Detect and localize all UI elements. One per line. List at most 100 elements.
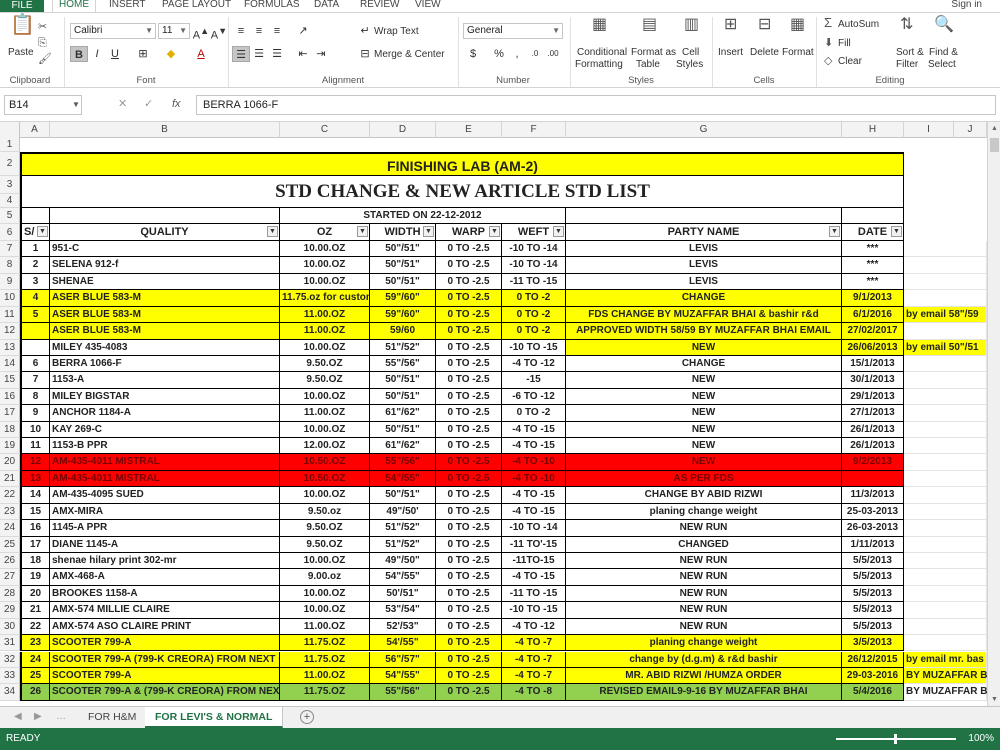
width-cell[interactable]: 50"/51" — [370, 257, 436, 274]
note-cell[interactable] — [904, 569, 987, 586]
oz-cell[interactable]: 10.00.OZ — [280, 552, 370, 570]
weft-cell[interactable]: 0 TO -2 — [502, 290, 566, 307]
weft-cell[interactable]: -10 TO -15 — [502, 602, 566, 619]
party-name-cell[interactable]: NEW — [566, 405, 842, 422]
filter-dropdown-icon[interactable]: ▼ — [489, 226, 500, 237]
oz-cell[interactable]: 10.00.OZ — [280, 487, 370, 504]
warp-cell[interactable]: 0 TO -2.5 — [436, 552, 502, 570]
delete-cells-button[interactable]: Delete — [750, 47, 779, 58]
warp-cell[interactable]: 0 TO -2.5 — [436, 651, 502, 668]
filter-dropdown-icon[interactable]: ▼ — [829, 226, 840, 237]
date-cell[interactable]: 1/11/2013 — [842, 536, 904, 553]
warp-cell[interactable]: 0 TO -2.5 — [436, 306, 502, 324]
scroll-thumb[interactable] — [990, 138, 999, 152]
increase-decimal-icon[interactable]: .0 — [526, 46, 544, 62]
warp-cell[interactable]: 0 TO -2.5 — [436, 241, 502, 258]
party-name-cell[interactable]: CHANGE — [566, 290, 842, 307]
row-header[interactable]: 11 — [0, 306, 20, 324]
party-name-cell[interactable]: NEW — [566, 421, 842, 439]
date-cell[interactable]: 26/12/2015 — [842, 651, 904, 668]
number-format-select[interactable]: General ▼ — [463, 23, 563, 39]
warp-cell[interactable]: 0 TO -2.5 — [436, 520, 502, 537]
width-cell[interactable]: 50'/51" — [370, 585, 436, 603]
width-cell[interactable]: 50"/51" — [370, 388, 436, 406]
quality-header[interactable]: QUALITY ▼ — [50, 224, 280, 241]
align-center-icon[interactable]: ☰ — [250, 46, 268, 62]
quality-cell[interactable]: SCOOTER 799-A & (799-K CREORA) FROM NEXT — [50, 684, 280, 701]
weft-cell[interactable]: -4 TO -7 — [502, 667, 566, 685]
oz-cell[interactable]: 11.75.OZ — [280, 651, 370, 668]
column-header[interactable]: A — [20, 122, 50, 138]
oz-cell[interactable]: 9.50.OZ — [280, 355, 370, 373]
format-as-table-label-2[interactable]: Table — [636, 59, 660, 70]
warp-cell[interactable]: 0 TO -2.5 — [436, 635, 502, 652]
filter-dropdown-icon[interactable]: ▼ — [891, 226, 902, 237]
format-painter-icon[interactable]: 🖌 — [38, 53, 52, 65]
weft-cell[interactable]: -4 TO -15 — [502, 569, 566, 586]
quality-cell[interactable]: ASER BLUE 583-M — [50, 306, 280, 324]
oz-cell[interactable]: 10.00.OZ — [280, 421, 370, 439]
warp-cell[interactable]: 0 TO -2.5 — [436, 487, 502, 504]
format-as-table-label-1[interactable]: Format as — [631, 47, 676, 58]
conditional-formatting-label-1[interactable]: Conditional — [577, 47, 627, 58]
increase-indent-icon[interactable]: ⇥ — [312, 46, 330, 62]
wrap-text-icon[interactable]: ↵ — [356, 23, 374, 39]
serial-cell[interactable]: 21 — [20, 602, 50, 619]
width-cell[interactable]: 59"/60" — [370, 306, 436, 324]
warp-header[interactable]: WARP ▼ — [436, 224, 502, 241]
serial-cell[interactable]: 19 — [20, 569, 50, 586]
find-select-icon[interactable]: 🔍 — [934, 17, 954, 33]
conditional-formatting-label-2[interactable]: Formatting — [575, 59, 623, 70]
quality-cell[interactable]: ANCHOR 1184-A — [50, 405, 280, 422]
row-header[interactable]: 6 — [0, 224, 20, 241]
row-header[interactable]: 9 — [0, 273, 20, 291]
date-cell[interactable]: 6/1/2016 — [842, 306, 904, 324]
serial-cell[interactable] — [20, 339, 50, 356]
oz-cell[interactable]: 11.75.oz for custome — [280, 290, 370, 307]
sort-filter-label-1[interactable]: Sort & — [896, 47, 924, 58]
serial-cell[interactable]: 2 — [20, 257, 50, 274]
serial-cell[interactable]: 8 — [20, 388, 50, 406]
select-all-corner[interactable] — [0, 122, 20, 138]
quality-cell[interactable]: SHENAE — [50, 273, 280, 291]
date-cell[interactable]: 5/5/2013 — [842, 602, 904, 619]
weft-cell[interactable]: -4 TO -7 — [502, 651, 566, 668]
row-header[interactable]: 1 — [0, 138, 20, 152]
empty-cell[interactable] — [50, 208, 280, 224]
weft-cell[interactable]: -4 TO -15 — [502, 438, 566, 455]
width-cell[interactable]: 54'/55" — [370, 635, 436, 652]
row-header[interactable]: 8 — [0, 257, 20, 274]
warp-cell[interactable]: 0 TO -2.5 — [436, 618, 502, 636]
width-cell[interactable]: 55"/56" — [370, 454, 436, 471]
serial-cell[interactable]: 1 — [20, 241, 50, 258]
scroll-up-icon[interactable]: ▲ — [988, 122, 1000, 135]
note-cell[interactable] — [904, 273, 987, 291]
column-header[interactable]: D — [370, 122, 436, 138]
quality-cell[interactable]: AM-435-4095 SUED — [50, 487, 280, 504]
empty-cell[interactable] — [20, 208, 50, 224]
note-cell[interactable]: by email mr. bas — [904, 651, 987, 668]
quality-cell[interactable]: shenae hilary print 302-mr — [50, 552, 280, 570]
party-name-cell[interactable]: NEW — [566, 454, 842, 471]
warp-cell[interactable]: 0 TO -2.5 — [436, 355, 502, 373]
quality-cell[interactable]: KAY 269-C — [50, 421, 280, 439]
note-cell[interactable] — [904, 372, 987, 389]
copy-icon[interactable]: ⎘ — [38, 37, 47, 49]
weft-cell[interactable]: -10 TO -15 — [502, 339, 566, 356]
name-box[interactable]: B14 — [4, 95, 82, 115]
quality-cell[interactable]: DIANE 1145-A — [50, 536, 280, 553]
note-cell[interactable]: BY MUZAFFAR BI — [904, 667, 987, 685]
column-header[interactable]: J — [954, 122, 987, 138]
quality-cell[interactable]: AM-435-4011 MISTRAL — [50, 454, 280, 471]
width-cell[interactable]: 50"/51" — [370, 241, 436, 258]
quality-cell[interactable]: SCOOTER 799-A — [50, 667, 280, 685]
oz-cell[interactable]: 10.00.OZ — [280, 602, 370, 619]
oz-cell[interactable]: 10.00.OZ — [280, 585, 370, 603]
warp-cell[interactable]: 0 TO -2.5 — [436, 257, 502, 274]
party-name-cell[interactable]: NEW — [566, 372, 842, 389]
oz-cell[interactable]: 9.50.OZ — [280, 536, 370, 553]
decrease-indent-icon[interactable]: ⇤ — [294, 46, 312, 62]
party-name-cell[interactable]: REVISED EMAIL9-9-16 BY MUZAFFAR BHAI — [566, 684, 842, 701]
party-name-header[interactable]: PARTY NAME ▼ — [566, 224, 842, 241]
weft-cell[interactable]: 0 TO -2 — [502, 405, 566, 422]
